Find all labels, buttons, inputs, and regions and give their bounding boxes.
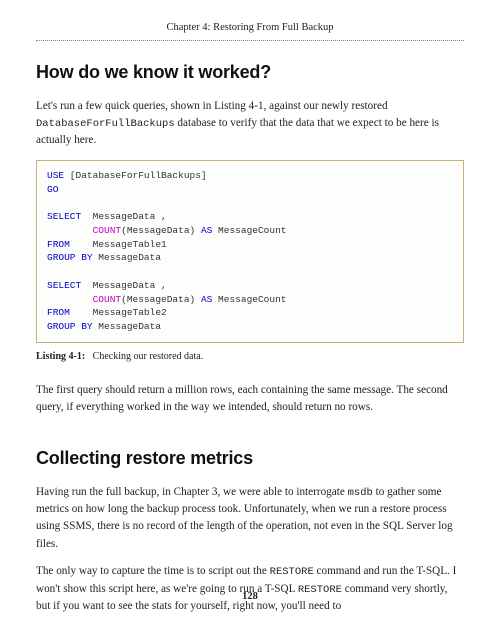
code-text: MessageData bbox=[93, 321, 161, 332]
code-text: (MessageData) bbox=[121, 225, 201, 236]
code-keyword: USE bbox=[47, 170, 64, 181]
listing-caption: Listing 4-1: Checking our restored data. bbox=[36, 349, 464, 364]
listing-caption-text: Checking our restored data. bbox=[93, 351, 204, 362]
code-text: MessageData bbox=[93, 252, 161, 263]
code-text: MessageCount bbox=[212, 294, 286, 305]
code-keyword: SELECT bbox=[47, 280, 81, 291]
paragraph: Having run the full backup, in Chapter 3… bbox=[36, 484, 464, 553]
code-keyword: FROM bbox=[47, 307, 70, 318]
code-keyword: AS bbox=[201, 225, 212, 236]
code-keyword: SELECT bbox=[47, 211, 81, 222]
code-text bbox=[47, 294, 93, 305]
listing-label: Listing 4-1: bbox=[36, 351, 85, 362]
text: Let's run a few quick queries, shown in … bbox=[36, 100, 388, 112]
code-function: COUNT bbox=[93, 294, 122, 305]
code-text: (MessageData) bbox=[121, 294, 201, 305]
text: The only way to capture the time is to s… bbox=[36, 565, 270, 577]
code-function: COUNT bbox=[93, 225, 122, 236]
inline-code: msdb bbox=[348, 487, 373, 499]
chapter-header: Chapter 4: Restoring From Full Backup bbox=[36, 20, 464, 41]
page-number: 128 bbox=[0, 589, 500, 605]
code-text: MessageData , bbox=[81, 280, 167, 291]
text: Having run the full backup, in Chapter 3… bbox=[36, 486, 348, 498]
chapter-title: Chapter 4: Restoring From Full Backup bbox=[166, 22, 333, 33]
code-text: MessageTable2 bbox=[70, 307, 167, 318]
inline-code: DatabaseForFullBackups bbox=[36, 118, 175, 130]
code-keyword: GO bbox=[47, 184, 58, 195]
code-block: USE [DatabaseForFullBackups] GO SELECT M… bbox=[36, 160, 464, 343]
paragraph: Let's run a few quick queries, shown in … bbox=[36, 98, 464, 150]
code-text: [DatabaseForFullBackups] bbox=[64, 170, 207, 181]
inline-code: RESTORE bbox=[270, 566, 314, 578]
code-keyword: FROM bbox=[47, 239, 70, 250]
code-text: MessageData , bbox=[81, 211, 167, 222]
section-heading-2: Collecting restore metrics bbox=[36, 445, 464, 472]
paragraph: The first query should return a million … bbox=[36, 382, 464, 417]
code-keyword: GROUP BY bbox=[47, 252, 93, 263]
code-keyword: GROUP BY bbox=[47, 321, 93, 332]
code-text bbox=[47, 225, 93, 236]
code-keyword: AS bbox=[201, 294, 212, 305]
section-heading-1: How do we know it worked? bbox=[36, 59, 464, 86]
code-text: MessageCount bbox=[212, 225, 286, 236]
code-text: MessageTable1 bbox=[70, 239, 167, 250]
